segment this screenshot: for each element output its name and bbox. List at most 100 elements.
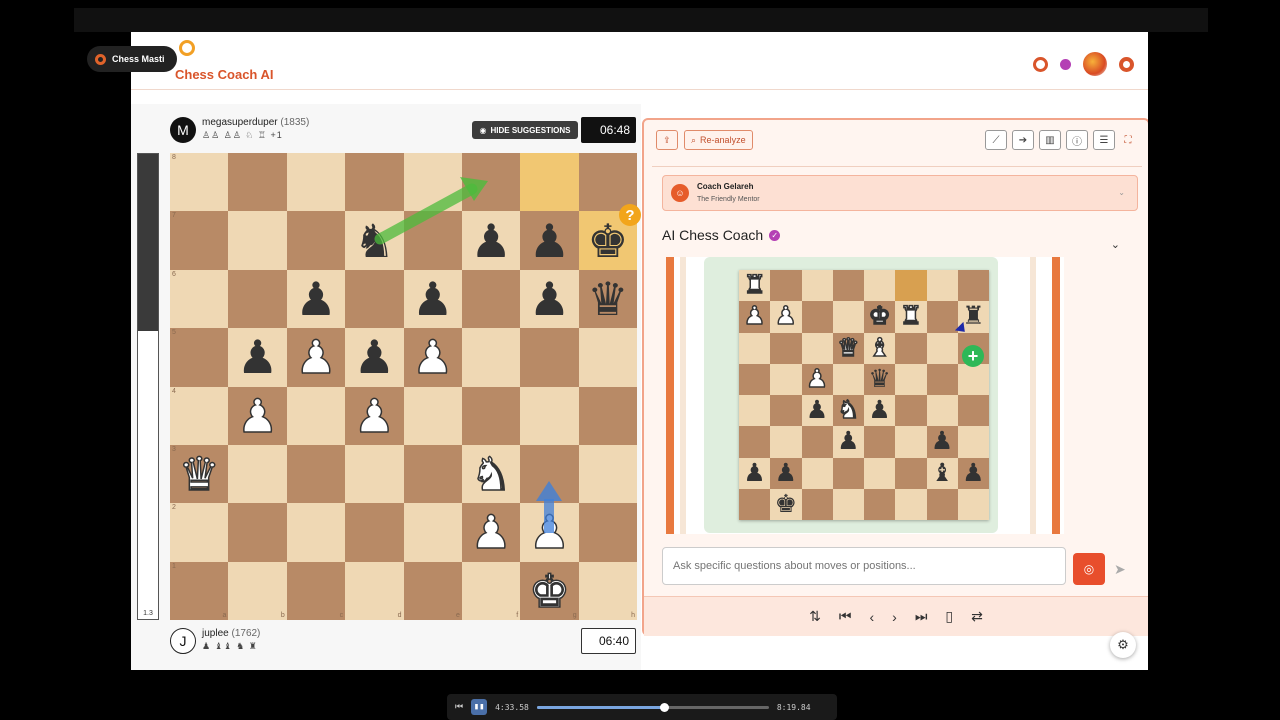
square-g5[interactable] <box>520 328 579 387</box>
square-e3[interactable] <box>403 444 462 504</box>
expand-icon[interactable]: ⛶ <box>1120 130 1136 150</box>
square-f7[interactable]: ♟ <box>461 211 521 270</box>
square-a3[interactable] <box>739 426 771 458</box>
square-g1[interactable] <box>926 488 958 520</box>
theme-toggle-icon[interactable] <box>1119 56 1134 72</box>
square-g2[interactable]: ♝ <box>926 457 958 489</box>
square-d6[interactable] <box>345 269 404 329</box>
square-g1[interactable]: g ♚ <box>520 561 579 620</box>
square-h4[interactable] <box>578 386 637 445</box>
square-e4[interactable] <box>403 386 462 445</box>
square-f7[interactable]: ♜ <box>895 301 927 333</box>
square-b7[interactable]: ♟ <box>770 301 802 333</box>
square-d5[interactable] <box>832 363 864 395</box>
black-pawn-icon[interactable]: ♟ <box>237 334 278 380</box>
square-e2[interactable] <box>403 503 462 562</box>
square-g4[interactable] <box>520 386 579 445</box>
reanalyze-button[interactable]: ⌕ Re-analyze <box>684 130 753 150</box>
white-queen-icon[interactable]: ♛ <box>178 450 221 498</box>
square-g8[interactable] <box>520 153 579 212</box>
bar-chart-icon[interactable]: ▥ <box>1039 130 1061 150</box>
info-icon[interactable]: ⓘ <box>1066 130 1088 150</box>
hide-suggestions-button[interactable]: ◉ HIDE SUGGESTIONS <box>472 121 578 139</box>
black-pawn-icon[interactable]: ♟ <box>962 460 984 486</box>
square-h4[interactable] <box>957 395 989 427</box>
github-icon[interactable] <box>1033 56 1048 72</box>
square-e8[interactable] <box>403 153 462 212</box>
square-f5[interactable] <box>895 363 927 395</box>
square-h8[interactable] <box>578 153 637 212</box>
square-c6[interactable]: ♟ <box>286 269 346 329</box>
scrubber-handle[interactable] <box>660 702 670 712</box>
square-d5[interactable]: ♟ <box>345 328 404 387</box>
collapse-chevron-icon[interactable]: ⌄ <box>1111 238 1120 251</box>
square-g7[interactable]: ♟ <box>520 211 579 270</box>
square-a1[interactable]: 1a <box>170 561 229 620</box>
square-b8[interactable] <box>770 270 802 302</box>
flip-board-icon[interactable]: ⇅ <box>809 608 821 625</box>
square-c5[interactable]: ♟ <box>801 363 833 395</box>
play-pause-icon[interactable]: ▮▮ <box>471 699 488 715</box>
square-a3[interactable]: 3 ♛ <box>170 444 229 504</box>
square-c1[interactable] <box>801 488 833 520</box>
square-a6[interactable] <box>739 332 771 364</box>
black-pawn-icon[interactable]: ♟ <box>931 429 953 454</box>
square-g6[interactable]: ♟ <box>520 269 579 329</box>
square-b4[interactable]: ♟ <box>228 386 287 445</box>
square-f1[interactable]: f <box>461 561 521 620</box>
square-a5[interactable] <box>739 363 771 395</box>
square-h2[interactable] <box>578 503 637 562</box>
upload-button[interactable]: ⇪ <box>656 130 678 150</box>
black-pawn-icon[interactable]: ♟ <box>775 460 797 486</box>
square-e5[interactable]: ♛ <box>864 363 896 395</box>
square-h2[interactable]: ♟ <box>957 457 989 489</box>
square-a8[interactable]: ♜ <box>739 270 771 302</box>
square-h8[interactable] <box>957 270 989 302</box>
square-e4[interactable]: ♟ <box>864 395 896 427</box>
square-g6[interactable] <box>926 332 958 364</box>
white-pawn-icon[interactable]: ♟ <box>236 392 279 440</box>
send-icon[interactable]: ➤ <box>1114 561 1126 578</box>
black-king-icon[interactable]: ♚ <box>775 491 797 517</box>
square-a7[interactable]: ♟ <box>739 301 771 333</box>
square-g3[interactable] <box>520 444 579 504</box>
square-c8[interactable] <box>801 270 833 302</box>
chess-masti-badge[interactable]: Chess Masti <box>87 46 177 72</box>
square-h6[interactable]: ♛ <box>578 269 637 329</box>
square-e7[interactable] <box>403 211 462 270</box>
square-f8[interactable] <box>895 270 927 302</box>
square-b3[interactable] <box>770 426 802 458</box>
square-e5[interactable]: ♟ <box>403 328 462 387</box>
square-b6[interactable] <box>770 332 802 364</box>
square-f1[interactable] <box>895 488 927 520</box>
black-pawn-icon[interactable]: ♟ <box>412 276 453 322</box>
square-d1[interactable] <box>832 488 864 520</box>
previous-move-icon[interactable]: ‹ <box>869 609 874 625</box>
black-bishop-icon[interactable]: ♝ <box>931 460 953 486</box>
white-pawn-icon[interactable]: ♟ <box>353 392 396 440</box>
target-button[interactable]: ◎ <box>1073 553 1105 585</box>
white-pawn-icon[interactable]: ♟ <box>411 334 454 382</box>
square-c7[interactable] <box>801 301 833 333</box>
black-queen-icon[interactable]: ♛ <box>587 276 628 322</box>
black-pawn-icon[interactable]: ♟ <box>529 218 570 264</box>
square-h5[interactable] <box>957 363 989 395</box>
square-f6[interactable] <box>461 269 521 329</box>
square-g2[interactable]: ♟ <box>520 503 579 562</box>
square-f2[interactable]: ♟ <box>461 503 521 562</box>
square-h1[interactable] <box>957 488 989 520</box>
square-h1[interactable]: h <box>578 561 637 620</box>
square-b5[interactable]: ♟ <box>228 328 287 387</box>
square-e6[interactable]: ♟ <box>403 269 462 329</box>
chart-icon[interactable]: ⟋ <box>985 130 1007 150</box>
black-pawn-icon[interactable]: ♟ <box>295 276 336 322</box>
square-g8[interactable] <box>926 270 958 302</box>
square-e2[interactable] <box>864 457 896 489</box>
square-c7[interactable] <box>286 211 346 270</box>
white-rook-icon[interactable]: ♜ <box>743 272 767 299</box>
white-king-icon[interactable]: ♚ <box>528 567 571 615</box>
white-queen-icon[interactable]: ♛ <box>836 334 860 361</box>
square-b6[interactable] <box>228 269 287 329</box>
square-a5[interactable]: 5 <box>170 328 229 387</box>
first-move-icon[interactable]: ⏮ <box>839 608 852 625</box>
